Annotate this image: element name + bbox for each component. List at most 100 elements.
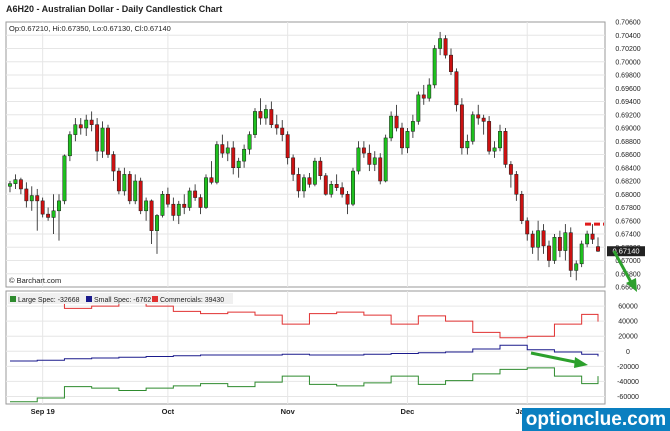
candle-down [258, 111, 263, 119]
legend-swatch-large-spec [10, 296, 16, 302]
candle-up [383, 137, 388, 182]
price-tick-label: 0.69200 [615, 112, 640, 119]
candle-down [323, 175, 328, 195]
candle-down [106, 127, 110, 155]
candle-down [269, 109, 274, 125]
candle-down [138, 180, 143, 212]
candle-down [171, 203, 176, 216]
candle-up [470, 114, 475, 142]
candle-up [176, 203, 181, 216]
candle-down [443, 38, 448, 56]
candle-down [361, 147, 366, 154]
candle-up [465, 141, 470, 149]
legend: Large Spec: -32668 Small Spec: -6762 Com… [8, 293, 233, 304]
price-tick-label: 0.69400 [615, 99, 640, 106]
x-tick-label: Oct [162, 407, 175, 416]
candle-down [481, 117, 486, 122]
legend-large-spec: Large Spec: -32668 [18, 297, 80, 304]
legend-commercials: Commercials: 39430 [160, 297, 224, 304]
candle-down [95, 124, 100, 152]
candle-down [46, 213, 51, 218]
candle-down [525, 220, 530, 235]
candle-down [508, 164, 513, 175]
x-tick-label: Sep 19 [31, 407, 55, 416]
candle-down [454, 71, 459, 106]
price-tick-label: 0.68400 [615, 165, 640, 172]
candle-up [356, 147, 361, 172]
candle-up [536, 230, 541, 248]
candle-up [155, 215, 159, 231]
candle-up [13, 179, 18, 184]
candle-down [340, 187, 345, 195]
legend-small-spec: Small Spec: -6762 [94, 297, 151, 304]
candle-down [165, 194, 170, 205]
candle-up [302, 177, 306, 192]
cot-tick-label: -20000 [617, 364, 639, 371]
candle-down [557, 237, 562, 251]
candle-down [378, 157, 383, 182]
candle-up [329, 184, 334, 195]
price-tick-label: 0.68000 [615, 192, 640, 199]
candle-up [214, 144, 219, 183]
chart-root: 0.666000.668000.670000.672000.674000.676… [0, 0, 670, 431]
candle-down [459, 104, 464, 149]
candle-up [73, 124, 78, 135]
cot-tick-label: 40000 [618, 319, 638, 326]
candle-up [144, 200, 149, 212]
cot-tick-label: 60000 [618, 304, 638, 311]
price-tick-label: 0.69000 [615, 126, 640, 133]
price-tick-label: 0.70200 [615, 46, 640, 53]
candle-down [280, 127, 285, 135]
candle-up [492, 147, 497, 152]
candle-down [149, 200, 154, 231]
candle-down [182, 203, 187, 208]
cot-tick-label: 0 [626, 349, 630, 356]
candle-down [568, 232, 573, 271]
candle-down [476, 114, 481, 119]
price-tick-label: 0.70000 [615, 59, 640, 66]
candle-down [367, 152, 372, 165]
candle-down [291, 157, 296, 175]
price-tick-label: 0.70600 [615, 20, 640, 27]
legend-swatch-commercials [152, 296, 158, 302]
candle-down [296, 174, 301, 192]
candle-down [193, 190, 198, 198]
chart-title: A6H20 - Australian Dollar - Daily Candle… [6, 4, 222, 14]
candle-up [29, 195, 34, 202]
candle-up [187, 190, 192, 208]
candle-up [432, 48, 437, 86]
candle-down [519, 194, 524, 221]
chart-canvas: 0.666000.668000.670000.672000.674000.676… [5, 4, 645, 416]
candle-down [400, 127, 404, 149]
price-tick-label: 0.69800 [615, 73, 640, 80]
candle-down [111, 154, 116, 172]
candle-up [585, 233, 590, 245]
candle-down [514, 174, 519, 195]
cot-tick-label: 20000 [618, 334, 638, 341]
candle-up [242, 148, 247, 162]
candle-down [503, 131, 508, 165]
candle-down [78, 124, 83, 129]
candle-up [160, 194, 165, 216]
cot-axis: 60000 40000 20000 0 -20000 -40000 -60000 [617, 304, 639, 401]
candle-up [253, 111, 257, 135]
candle-down [285, 134, 290, 159]
last-price-tag: 0.67140 [607, 246, 645, 257]
cot-plot-frame [5, 290, 606, 405]
candle-up [389, 115, 394, 139]
price-tick-label: 0.66600 [615, 285, 640, 292]
candle-down [18, 179, 23, 190]
price-tick-label: 0.68600 [615, 152, 640, 159]
candle-down [116, 170, 121, 192]
candle-down [198, 197, 203, 208]
ohlc-readout: Op:0.67210, Hi:0.67350, Lo:0.67130, Cl:0… [9, 24, 171, 33]
candle-up [247, 134, 252, 150]
candle-up [312, 160, 317, 185]
candle-up [498, 131, 502, 149]
price-panel: 0.666000.668000.670000.672000.674000.676… [5, 20, 645, 292]
candle-up [563, 232, 568, 251]
candle-up [57, 200, 61, 212]
price-tick-label: 0.67800 [615, 205, 640, 212]
x-tick-label: Nov [281, 407, 296, 416]
candle-down [487, 121, 492, 152]
